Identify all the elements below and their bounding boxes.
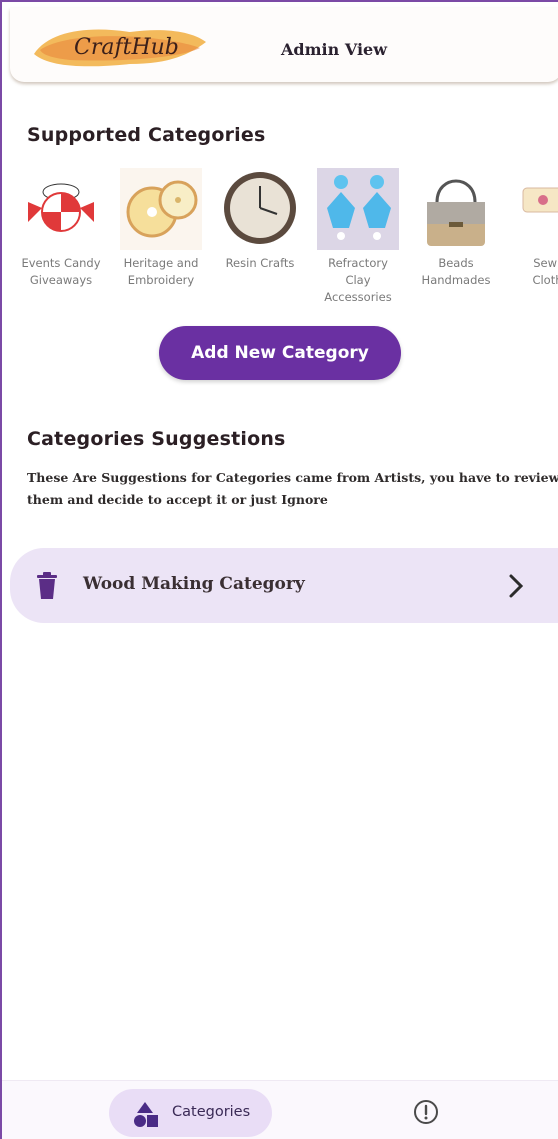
categories-suggestions-heading: Categories Suggestions — [27, 428, 286, 450]
page-title: Admin View — [281, 40, 387, 59]
resin-clock-icon — [219, 168, 301, 250]
suggestion-label: Wood Making Category — [83, 574, 305, 594]
supported-categories-heading: Supported Categories — [27, 124, 266, 146]
category-item-resin[interactable]: Resin Crafts — [219, 168, 301, 272]
category-item-clay[interactable]: Refractory Clay Accessories — [317, 168, 399, 306]
svg-text:CraftHub: CraftHub — [74, 35, 179, 60]
category-label: Heritage and Embroidery — [123, 256, 199, 287]
beaded-bag-icon — [415, 168, 497, 250]
category-list: Events Candy Giveaways Heritage and Embr… — [20, 168, 558, 308]
category-item-heritage[interactable]: Heritage and Embroidery — [120, 168, 202, 289]
bottom-navigation: Categories — [2, 1080, 558, 1139]
sewing-icon — [513, 168, 558, 250]
shapes-icon — [134, 1102, 158, 1127]
category-label: Resin Crafts — [225, 256, 295, 270]
category-label: Refractory Clay Accessories — [324, 256, 392, 304]
app-bar: CraftHub Admin View — [10, 8, 558, 82]
category-item-sewing[interactable]: Sewing Clothes — [513, 168, 558, 289]
add-new-category-button[interactable]: Add New Category — [159, 326, 401, 380]
category-label: Sewing Clothes — [532, 256, 558, 287]
nav-label: Categories — [172, 1104, 251, 1120]
trash-icon[interactable] — [36, 572, 58, 600]
chevron-right-icon[interactable] — [508, 573, 524, 599]
nav-item-categories[interactable]: Categories — [109, 1089, 272, 1137]
category-item-beads[interactable]: Beads Handmades — [415, 168, 497, 289]
candy-icon — [20, 168, 102, 250]
category-label: Beads Handmades — [421, 256, 491, 287]
suggestion-item-wood-making[interactable]: Wood Making Category — [10, 548, 558, 623]
suggestions-description: These Are Suggestions for Categories cam… — [27, 470, 558, 507]
category-label: Events Candy Giveaways — [21, 256, 101, 287]
alert-circle-icon[interactable] — [412, 1098, 440, 1126]
category-item-events-candy[interactable]: Events Candy Giveaways — [20, 168, 102, 289]
clay-earrings-icon — [317, 168, 399, 250]
crafthub-logo: CraftHub — [34, 29, 206, 67]
app-frame: CraftHub Admin View Supported Categories… — [0, 0, 558, 1139]
embroidery-hoop-icon — [120, 168, 202, 250]
